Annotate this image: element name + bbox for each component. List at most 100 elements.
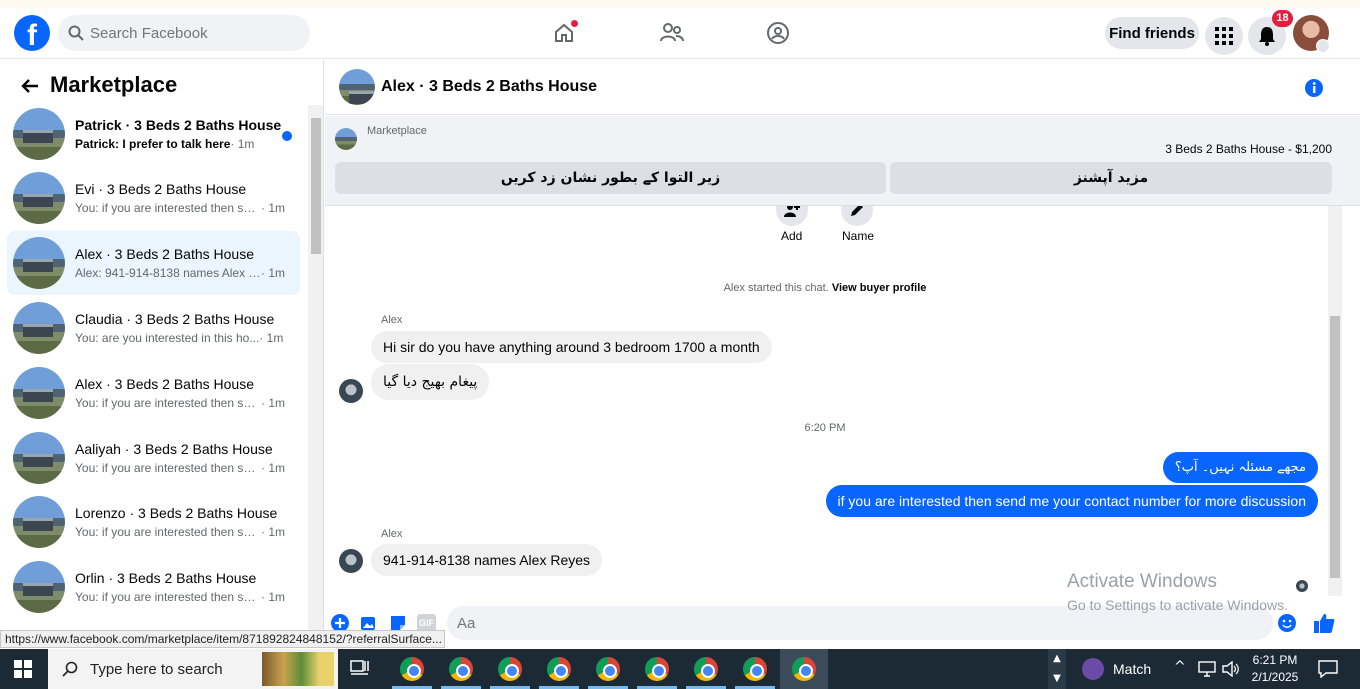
friends-nav-icon[interactable] <box>657 18 687 48</box>
top-navigation-bar: f Find friends 18 <box>0 8 1360 59</box>
conversation-time: · 1m <box>230 137 255 151</box>
weather-widget-text[interactable]: Match <box>1113 661 1151 677</box>
chevron-up-icon[interactable]: ^ <box>1174 659 1186 675</box>
sender-avatar[interactable] <box>339 379 363 403</box>
message-thread: Add Name Alex started this chat. View bu… <box>325 206 1360 606</box>
listing-title[interactable]: 3 Beds 2 Baths House - $1,200 <box>1165 142 1332 156</box>
edit-name-button[interactable] <box>841 206 873 226</box>
unread-dot-icon <box>282 131 292 141</box>
weather-widget-icon[interactable] <box>1082 658 1104 680</box>
conversation-item[interactable]: Evi · 3 Beds 2 Baths House You: if you a… <box>7 166 300 230</box>
notification-count-badge: 18 <box>1272 10 1293 27</box>
listing-thumbnail <box>13 237 65 289</box>
home-nav-icon[interactable] <box>549 18 579 48</box>
listing-thumbnail <box>13 172 65 224</box>
view-buyer-profile-link[interactable]: View buyer profile <box>832 282 927 294</box>
conversation-name: Orlin · 3 Beds 2 Baths House <box>75 570 257 586</box>
add-person-icon <box>784 206 800 217</box>
conversation-name: Alex · 3 Beds 2 Baths House <box>75 246 254 262</box>
chat-title[interactable]: Alex · 3 Beds 2 Baths House <box>381 78 597 96</box>
clock-date[interactable]: 2/1/2025 <box>1246 670 1304 684</box>
add-person-button[interactable] <box>776 206 808 226</box>
conversation-time: · 1m <box>261 525 285 539</box>
chrome-taskbar-icon[interactable] <box>694 657 718 681</box>
more-options-button[interactable]: مزید آپشنز <box>890 162 1332 194</box>
listing-source: Marketplace <box>367 125 427 137</box>
chrome-taskbar-icon[interactable] <box>596 657 620 681</box>
outgoing-message[interactable]: if you are interested then send me your … <box>825 485 1318 517</box>
mark-pending-button[interactable]: زیر التوا کے بطور نشان زد کریں <box>335 162 886 194</box>
chat-scrollbar-thumb[interactable] <box>1330 316 1340 578</box>
conversation-item[interactable]: Claudia · 3 Beds 2 Baths House You: are … <box>7 296 300 360</box>
incoming-message[interactable]: Hi sir do you have anything around 3 bed… <box>371 331 772 363</box>
chrome-taskbar-icon[interactable] <box>645 657 669 681</box>
chrome-taskbar-icon[interactable] <box>547 657 571 681</box>
windows-start-icon[interactable] <box>14 660 32 678</box>
listing-thumbnail <box>13 432 65 484</box>
conversation-item[interactable]: Alex · 3 Beds 2 Baths House You: if you … <box>7 361 300 425</box>
chrome-taskbar-icon[interactable] <box>498 657 522 681</box>
search-box[interactable] <box>58 15 310 51</box>
search-icon <box>62 661 78 677</box>
chat-panel: Alex · 3 Beds 2 Baths House Marketplace … <box>325 60 1360 650</box>
conversation-time: · 1m <box>261 396 285 410</box>
incoming-message[interactable]: 941-914-8138 names Alex Reyes <box>371 544 603 576</box>
listing-mini-thumbnail <box>335 128 357 150</box>
conversation-item[interactable]: Patrick · 3 Beds 2 Baths House Patrick: … <box>7 102 300 166</box>
facebook-logo-icon[interactable]: f <box>14 15 50 51</box>
sender-avatar[interactable] <box>339 549 363 573</box>
message-sender: Alex <box>381 314 403 326</box>
conversation-item-active[interactable]: Alex · 3 Beds 2 Baths House Alex: 941-91… <box>7 231 300 295</box>
menu-grid-button[interactable] <box>1205 17 1243 55</box>
chrome-taskbar-icon[interactable] <box>400 657 424 681</box>
incoming-message[interactable]: پیغام بھیج دیا گیا <box>371 364 490 400</box>
conversation-name: Lorenzo · 3 Beds 2 Baths House <box>75 505 278 521</box>
info-icon[interactable] <box>1304 78 1324 98</box>
task-view-icon[interactable] <box>350 660 370 678</box>
conversation-preview: You: if you are interested then sen... <box>75 201 261 215</box>
chat-start-notice: Alex started this chat. View buyer profi… <box>325 282 1325 294</box>
message-sender: Alex <box>381 528 403 540</box>
taskbar-scroll-arrows[interactable]: ▲ ▼ <box>1048 649 1066 689</box>
active-taskbar-button[interactable] <box>780 649 828 689</box>
listing-thumbnail <box>13 561 65 613</box>
listing-thumbnail <box>13 302 65 354</box>
taskbar-search-text: Type here to search <box>90 660 223 678</box>
outgoing-message[interactable]: مجھے مسئلہ نہیں۔ آپ؟ <box>1162 452 1318 483</box>
message-timestamp: 6:20 PM <box>804 422 846 434</box>
conversation-item[interactable]: Orlin · 3 Beds 2 Baths House You: if you… <box>7 555 300 619</box>
chrome-taskbar-icon[interactable] <box>743 657 767 681</box>
clock-time[interactable]: 6:21 PM <box>1250 653 1300 667</box>
chat-listing-avatar[interactable] <box>339 69 375 105</box>
chevron-down-icon[interactable] <box>1316 39 1330 53</box>
windows-taskbar: Type here to search ▲ ▼ Match ^ 6:21 PM 2… <box>0 649 1360 689</box>
conversation-item[interactable]: Lorenzo · 3 Beds 2 Baths House You: if y… <box>7 490 300 554</box>
link-status-bar: https://www.facebook.com/marketplace/ite… <box>0 630 445 648</box>
find-friends-button[interactable]: Find friends <box>1105 17 1199 49</box>
conversation-name: Aaliyah · 3 Beds 2 Baths House <box>75 441 273 457</box>
search-input[interactable] <box>90 24 290 42</box>
browser-top-strip <box>0 0 1360 8</box>
like-thumb-icon[interactable] <box>1313 612 1335 634</box>
network-icon[interactable] <box>1198 661 1216 677</box>
chat-started-text: Alex started this chat. <box>723 282 829 294</box>
conversation-name: Patrick · 3 Beds 2 Baths House <box>75 117 282 133</box>
sidebar-scrollbar-thumb[interactable] <box>311 118 321 254</box>
conversation-preview: You: if you are interested then sen... <box>75 590 261 604</box>
conversation-preview: Patrick: I prefer to talk here <box>75 137 231 151</box>
page-title: Marketplace <box>50 72 178 97</box>
listing-thumbnail <box>13 108 65 160</box>
search-highlight-image <box>262 652 334 686</box>
conversation-time: · 1m <box>261 590 285 604</box>
chrome-taskbar-icon[interactable] <box>449 657 473 681</box>
conversation-preview: Alex: 941-914-8138 names Alex R... <box>75 266 261 280</box>
groups-nav-icon[interactable] <box>763 18 793 48</box>
emoji-icon[interactable] <box>1278 614 1296 632</box>
conversation-item[interactable]: Aaliyah · 3 Beds 2 Baths House You: if y… <box>7 426 300 490</box>
notification-center-icon[interactable] <box>1318 660 1338 678</box>
seen-receipt-avatar <box>1296 580 1308 592</box>
volume-icon[interactable] <box>1222 661 1240 677</box>
home-notification-dot <box>571 20 578 27</box>
chrome-taskbar-icon <box>792 657 816 681</box>
back-arrow-icon[interactable] <box>18 74 42 98</box>
